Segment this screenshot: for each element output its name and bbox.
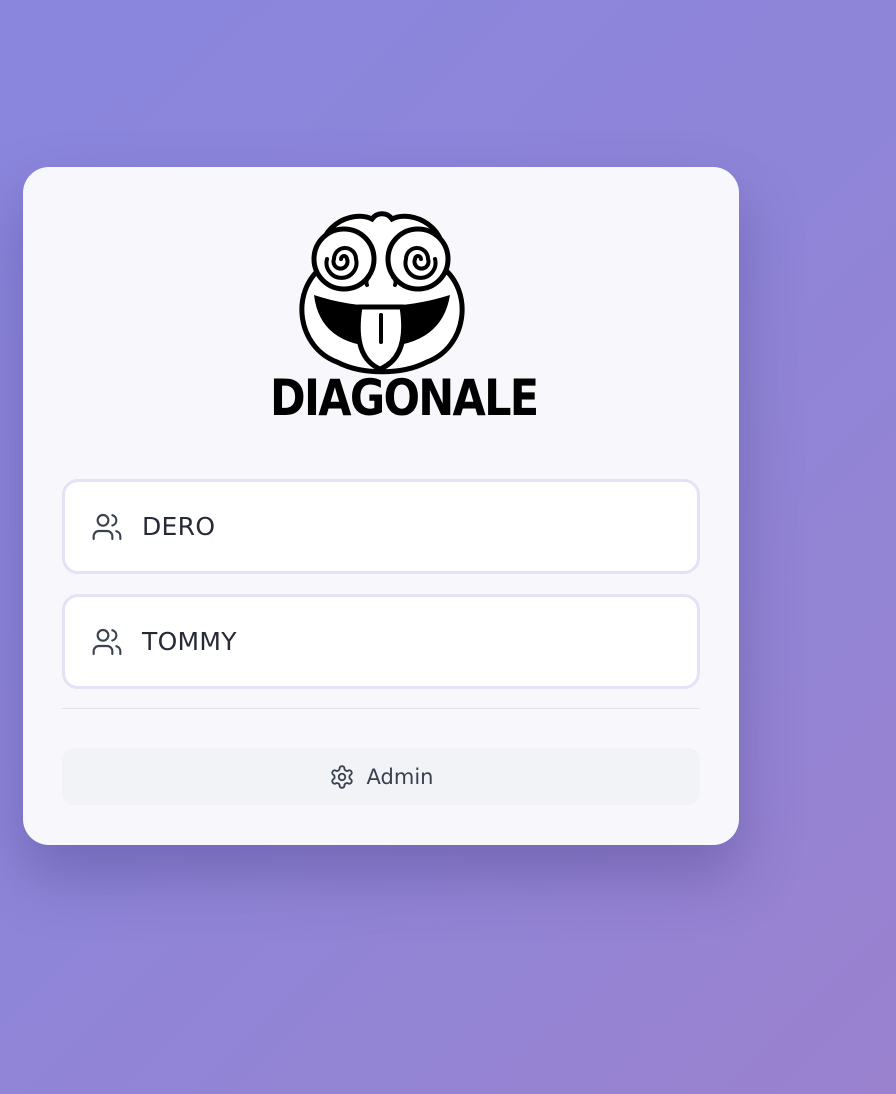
users-icon [91, 626, 123, 658]
divider [62, 708, 700, 709]
admin-button[interactable]: Admin [62, 748, 700, 805]
user-button-label: DERO [142, 512, 216, 541]
admin-button-label: Admin [366, 764, 434, 789]
user-button-label: TOMMY [142, 627, 237, 656]
logo-text: DIAGONALE [270, 369, 539, 427]
frog-face-logo-icon [299, 211, 465, 375]
login-card: DIAGONALE DERO TOMMY Admin [23, 167, 739, 845]
user-button-tommy[interactable]: TOMMY [62, 594, 700, 689]
user-button-dero[interactable]: DERO [62, 479, 700, 574]
users-icon [91, 511, 123, 543]
logo: DIAGONALE [252, 207, 539, 427]
gear-icon [329, 764, 355, 790]
